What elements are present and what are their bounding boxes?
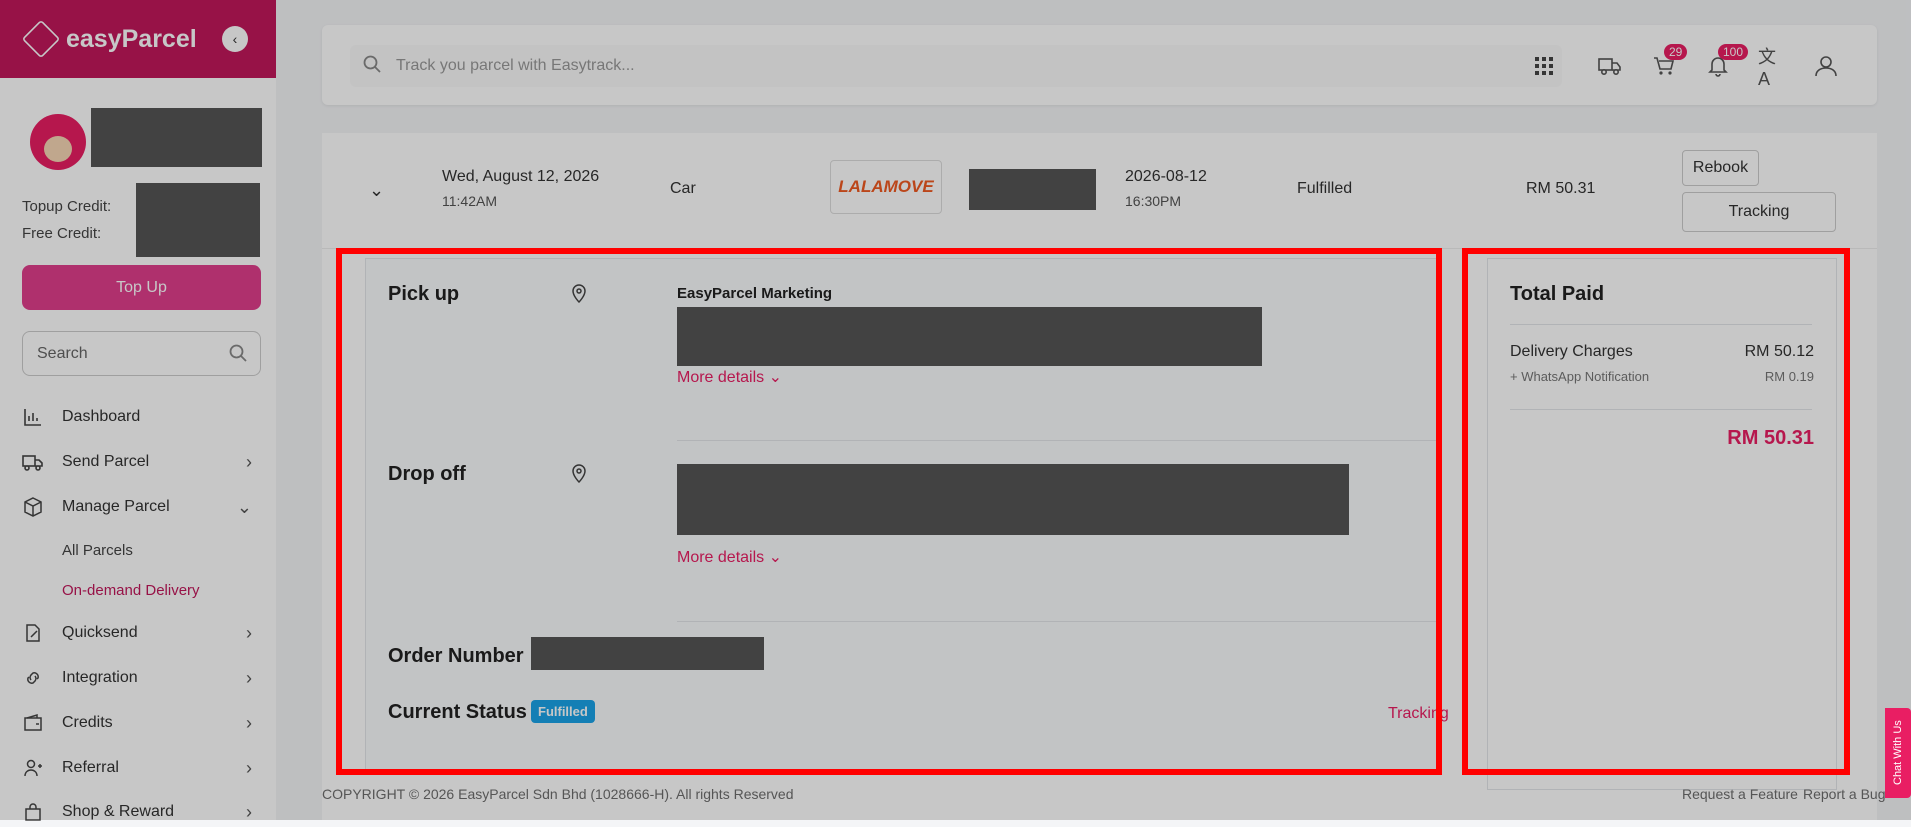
- avatar[interactable]: [30, 114, 86, 170]
- link-icon: [22, 667, 44, 689]
- search-icon: [228, 343, 248, 368]
- sidebar-item-label: Credits: [62, 714, 113, 731]
- rebook-button[interactable]: Rebook: [1682, 150, 1759, 186]
- expand-chevron-icon[interactable]: ⌄: [369, 180, 384, 201]
- redacted-username: [91, 108, 262, 167]
- logo[interactable]: easyParcel: [21, 19, 197, 59]
- copyright-text: COPYRIGHT © 2026 EasyParcel Sdn Bhd (102…: [322, 786, 794, 802]
- sidebar-item-quicksend[interactable]: Quicksend ›: [22, 618, 252, 648]
- delivery-time: 16:30PM: [1125, 193, 1182, 209]
- tracking-button[interactable]: Tracking: [1682, 192, 1836, 232]
- sidebar-item-label: Integration: [62, 669, 138, 686]
- chevron-right-icon: ›: [246, 622, 252, 643]
- order-status: Fulfilled: [1297, 180, 1353, 197]
- translate-icon[interactable]: 文A: [1758, 47, 1786, 89]
- track-search-input[interactable]: Track you parcel with Easytrack...: [350, 45, 1562, 87]
- sidebar-item-label: Dashboard: [62, 408, 141, 425]
- chevron-left-icon: ‹: [232, 31, 238, 47]
- chevron-right-icon: ›: [246, 451, 252, 472]
- sidebar-subitem-on-demand-delivery[interactable]: On-demand Delivery: [62, 582, 200, 599]
- delivery-truck-icon[interactable]: [1596, 52, 1624, 80]
- user-icon[interactable]: [1812, 52, 1840, 80]
- redacted-tracking-id: [969, 169, 1096, 210]
- sidebar-item-referral[interactable]: Referral ›: [22, 753, 252, 783]
- chevron-right-icon: ›: [246, 801, 252, 822]
- apps-grid-icon[interactable]: [1530, 52, 1558, 80]
- order-date: Wed, August 12, 2026: [442, 168, 600, 185]
- sidebar: easyParcel ‹ Topup Credit: Free Credit: …: [0, 0, 276, 822]
- order-amount: RM 50.31: [1526, 180, 1596, 197]
- sidebar-subitem-all-parcels[interactable]: All Parcels: [62, 542, 133, 559]
- topup-credit-label: Topup Credit:: [22, 198, 112, 215]
- courier-logo: LALAMOVE: [830, 160, 942, 214]
- brand-header: easyParcel ‹: [0, 0, 276, 78]
- sidebar-item-shop-reward[interactable]: Shop & Reward ›: [22, 797, 252, 827]
- sidebar-item-send-parcel[interactable]: Send Parcel ›: [22, 447, 252, 477]
- highlight-box-payment: [1462, 248, 1850, 775]
- user-plus-icon: [22, 757, 44, 779]
- redacted-credits: [136, 183, 260, 257]
- chevron-right-icon: ›: [246, 712, 252, 733]
- sidebar-item-label: Send Parcel: [62, 453, 150, 470]
- order-time: 11:42AM: [442, 193, 497, 209]
- request-feature-link[interactable]: Request a Feature: [1682, 786, 1798, 802]
- collapse-sidebar-button[interactable]: ‹: [222, 26, 248, 52]
- wallet-icon: [22, 712, 44, 734]
- sidebar-item-integration[interactable]: Integration ›: [22, 663, 252, 693]
- delivery-date: 2026-08-12: [1125, 168, 1207, 185]
- sidebar-item-credits[interactable]: Credits ›: [22, 708, 252, 738]
- highlight-box-details: [336, 248, 1442, 775]
- free-credit-label: Free Credit:: [22, 225, 102, 242]
- sidebar-search-placeholder: Search: [37, 344, 88, 362]
- cart-count-badge: 29: [1664, 44, 1688, 60]
- chevron-right-icon: ›: [246, 757, 252, 778]
- chevron-right-icon: ›: [246, 667, 252, 688]
- vehicle-type: Car: [670, 180, 696, 197]
- sidebar-item-manage-parcel[interactable]: Manage Parcel ⌄: [22, 492, 252, 522]
- box-icon: [22, 496, 44, 518]
- chevron-down-icon: ⌄: [236, 496, 252, 517]
- report-bug-link[interactable]: Report a Bug: [1803, 786, 1886, 802]
- sidebar-item-label: Referral: [62, 759, 119, 776]
- brand-name: easyParcel: [66, 24, 197, 53]
- sidebar-item-label: Manage Parcel: [62, 498, 170, 515]
- order-row: ⌄ Wed, August 12, 2026 11:42AM Car LALAM…: [322, 133, 1877, 249]
- sidebar-item-label: Shop & Reward: [62, 803, 175, 820]
- chat-with-us-button[interactable]: Chat With Us: [1885, 708, 1911, 798]
- sidebar-item-label: Quicksend: [62, 624, 138, 641]
- notification-count-badge: 100: [1718, 44, 1749, 60]
- cube-icon: [21, 19, 61, 59]
- sidebar-search-input[interactable]: Search: [22, 331, 261, 376]
- search-icon: [362, 54, 382, 79]
- truck-icon: [22, 451, 44, 473]
- sidebar-item-dashboard[interactable]: Dashboard: [22, 402, 252, 432]
- top-bar: Track you parcel with Easytrack... 29 10…: [322, 25, 1877, 105]
- edit-icon: [22, 622, 44, 644]
- track-search-placeholder: Track you parcel with Easytrack...: [396, 57, 635, 74]
- top-up-button[interactable]: Top Up: [22, 265, 261, 310]
- bell-icon[interactable]: 100: [1704, 44, 1749, 80]
- bar-chart-icon: [22, 406, 44, 428]
- cart-icon[interactable]: 29: [1650, 44, 1688, 80]
